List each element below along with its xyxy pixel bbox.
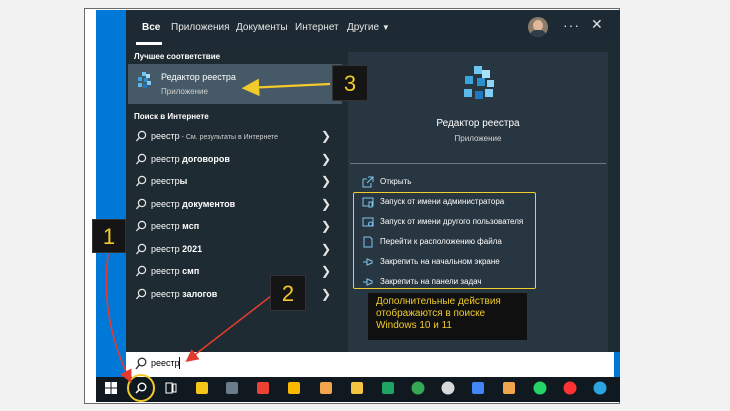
annotation-note: Дополнительные действия отображаются в п… bbox=[368, 293, 527, 340]
note-line-3: Windows 10 и 11 bbox=[376, 320, 452, 331]
step-3-label: 3 bbox=[332, 65, 368, 101]
note-line-2: отображаются в поиске bbox=[376, 308, 486, 319]
arrow-to-best-match bbox=[241, 78, 331, 97]
step-1-label: 1 bbox=[92, 219, 126, 253]
arrow-to-search-button bbox=[105, 253, 132, 383]
step-2-label: 2 bbox=[270, 275, 306, 311]
note-line-1: Дополнительные действия bbox=[376, 296, 501, 307]
arrow-to-search-field bbox=[185, 295, 272, 362]
annotation-arrows bbox=[105, 78, 331, 383]
